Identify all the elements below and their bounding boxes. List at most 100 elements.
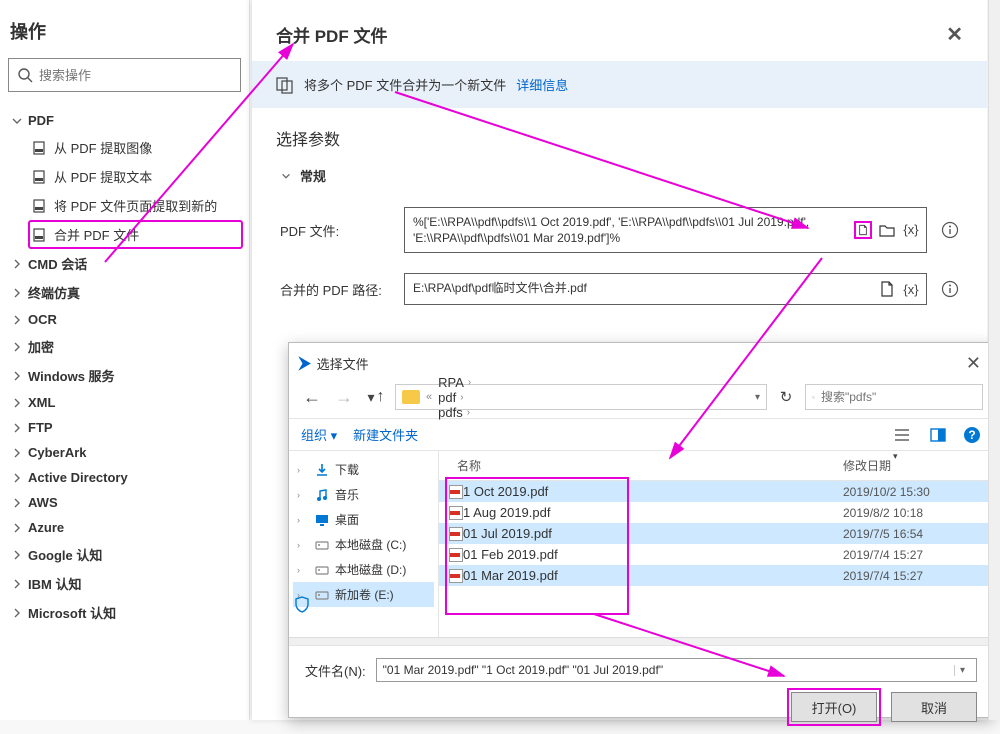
file-icon[interactable] xyxy=(878,280,896,298)
tree-group[interactable]: Active Directory xyxy=(6,465,243,490)
column-date[interactable]: 修改日期 xyxy=(843,457,983,474)
tree-group-pdf[interactable]: PDF xyxy=(6,108,243,133)
variable-icon[interactable]: {x} xyxy=(902,221,920,239)
info-link[interactable]: 详细信息 xyxy=(516,75,568,94)
flow-icon: ⮞ xyxy=(299,355,311,373)
tree-group[interactable]: Azure xyxy=(6,515,243,540)
pdf-action-icon xyxy=(32,169,48,185)
crumb-segment[interactable]: RPA › xyxy=(438,375,471,390)
view-list-icon[interactable]: ▾ xyxy=(891,426,913,444)
info-bar: 将多个 PDF 文件合并为一个新文件 详细信息 xyxy=(252,61,987,108)
folder-icon xyxy=(402,390,420,404)
tree-group[interactable]: XML xyxy=(6,390,243,415)
group-general[interactable]: 常规 xyxy=(252,154,987,197)
picker-sidebar-item[interactable]: ›本地磁盘 (D:) xyxy=(293,557,434,582)
forward-button[interactable]: → xyxy=(331,384,357,410)
info-icon[interactable] xyxy=(941,221,959,239)
pdf-file-icon xyxy=(449,548,463,562)
chevron-down-icon[interactable]: ▾ xyxy=(954,665,970,676)
close-icon[interactable]: ✕ xyxy=(966,353,981,374)
help-icon[interactable]: ? xyxy=(963,426,981,444)
tree-group[interactable]: OCR xyxy=(6,307,243,332)
file-row[interactable]: 1 Aug 2019.pdf2019/8/2 10:18 xyxy=(439,502,993,523)
params-title: 选择参数 xyxy=(252,108,987,154)
tree-leaf-pdf-0[interactable]: 从 PDF 提取图像 xyxy=(28,133,243,162)
breadcrumb[interactable]: « RPA › pdf › pdfs › ▾ xyxy=(395,384,767,410)
close-icon[interactable]: ✕ xyxy=(946,22,963,47)
right-panel-edge xyxy=(988,0,1000,720)
chevron-right-icon xyxy=(10,421,24,435)
search-actions-input[interactable] xyxy=(8,58,241,92)
open-button[interactable]: 打开(O) xyxy=(791,692,877,722)
new-folder-button[interactable]: 新建文件夹 xyxy=(353,425,418,444)
actions-sidebar: 操作 PDF 从 PDF 提取图像从 PDF 提取文本将 PDF 文件页面提取到… xyxy=(0,0,250,720)
cancel-button[interactable]: 取消 xyxy=(891,692,977,722)
info-icon[interactable] xyxy=(941,280,959,298)
disk-icon xyxy=(315,563,329,577)
picker-sidebar-item[interactable]: ›音乐 xyxy=(293,482,434,507)
organize-menu[interactable]: 组织 ▾ xyxy=(301,425,337,444)
tree-group[interactable]: IBM 认知 xyxy=(6,569,243,598)
pdf-file-icon xyxy=(449,506,463,520)
download-icon xyxy=(315,463,329,477)
filename-label: 文件名(N): xyxy=(305,661,366,680)
svg-text:?: ? xyxy=(968,428,975,442)
tree-leaf-pdf-3[interactable]: 合并 PDF 文件 xyxy=(28,220,243,249)
picker-sidebar-item[interactable]: ›下载 xyxy=(293,457,434,482)
tree-leaf-pdf-2[interactable]: 将 PDF 文件页面提取到新的 xyxy=(28,191,243,220)
shield-icon xyxy=(293,596,311,617)
file-icon[interactable] xyxy=(854,221,872,239)
chevron-right-icon xyxy=(10,577,24,591)
music-icon xyxy=(315,488,329,502)
desktop-icon xyxy=(315,513,329,527)
scrollbar-track[interactable] xyxy=(289,637,993,645)
search-actions-field[interactable] xyxy=(39,68,232,83)
tree-group[interactable]: CMD 会话 xyxy=(6,249,243,278)
back-button[interactable]: ← xyxy=(299,384,325,410)
pdf-file-icon xyxy=(449,569,463,583)
tree-leaf-pdf-1[interactable]: 从 PDF 提取文本 xyxy=(28,162,243,191)
chevron-down-icon xyxy=(280,170,292,182)
tree-group[interactable]: AWS xyxy=(6,490,243,515)
pdf-files-input[interactable]: %['E:\\RPA\\pdf\\pdfs\\1 Oct 2019.pdf', … xyxy=(404,207,927,253)
tree-group[interactable]: Google 认知 xyxy=(6,540,243,569)
picker-sidebar-item[interactable]: ›新加卷 (E:) xyxy=(293,582,434,607)
actions-tree: PDF 从 PDF 提取图像从 PDF 提取文本将 PDF 文件页面提取到新的合… xyxy=(0,108,249,627)
label-pdf-files: PDF 文件: xyxy=(280,221,390,240)
pdf-action-icon xyxy=(32,140,48,156)
variable-icon[interactable]: {x} xyxy=(902,280,920,298)
folder-icon[interactable] xyxy=(878,221,896,239)
pdf-file-icon xyxy=(449,485,463,499)
tree-group[interactable]: 加密 xyxy=(6,332,243,361)
chevron-down-icon xyxy=(10,114,24,128)
refresh-button[interactable]: ↻ xyxy=(773,384,799,410)
tree-group[interactable]: Windows 服务 xyxy=(6,361,243,390)
merged-path-input[interactable]: E:\RPA\pdf\pdf临时文件\合并.pdf {x} xyxy=(404,273,927,305)
search-icon xyxy=(812,391,815,404)
dialog-title: 合并 PDF 文件 xyxy=(276,22,387,47)
filename-input[interactable]: "01 Mar 2019.pdf" "1 Oct 2019.pdf" "01 J… xyxy=(376,658,977,682)
chevron-right-icon xyxy=(10,313,24,327)
chevron-down-icon[interactable]: ▾ xyxy=(755,392,760,403)
file-row[interactable]: 01 Jul 2019.pdf2019/7/5 16:54 xyxy=(439,523,993,544)
preview-pane-icon[interactable] xyxy=(929,426,947,444)
tree-group[interactable]: Microsoft 认知 xyxy=(6,598,243,627)
up-button[interactable]: ▾↑ xyxy=(363,384,389,410)
file-picker-dialog: ⮞选择文件 ✕ ← → ▾↑ « RPA › pdf › pdfs › ▾ ↻ … xyxy=(288,342,994,718)
file-list: 名称 修改日期 1 Oct 2019.pdf2019/10/2 15:301 A… xyxy=(439,451,993,637)
column-name[interactable]: 名称 xyxy=(449,457,843,474)
picker-search-input[interactable] xyxy=(805,384,983,410)
picker-search-field[interactable] xyxy=(821,390,976,404)
file-row[interactable]: 01 Mar 2019.pdf2019/7/4 15:27 xyxy=(439,565,993,586)
tree-group[interactable]: 终端仿真 xyxy=(6,278,243,307)
chevron-right-icon xyxy=(10,496,24,510)
file-row[interactable]: 1 Oct 2019.pdf2019/10/2 15:30 xyxy=(439,481,993,502)
picker-sidebar-item[interactable]: ›桌面 xyxy=(293,507,434,532)
tree-group[interactable]: CyberArk xyxy=(6,440,243,465)
crumb-segment[interactable]: pdfs › xyxy=(438,405,471,420)
crumb-segment[interactable]: pdf › xyxy=(438,390,471,405)
tree-group[interactable]: FTP xyxy=(6,415,243,440)
picker-sidebar-item[interactable]: ›本地磁盘 (C:) xyxy=(293,532,434,557)
file-row[interactable]: 01 Feb 2019.pdf2019/7/4 15:27 xyxy=(439,544,993,565)
pdf-action-icon xyxy=(32,198,48,214)
